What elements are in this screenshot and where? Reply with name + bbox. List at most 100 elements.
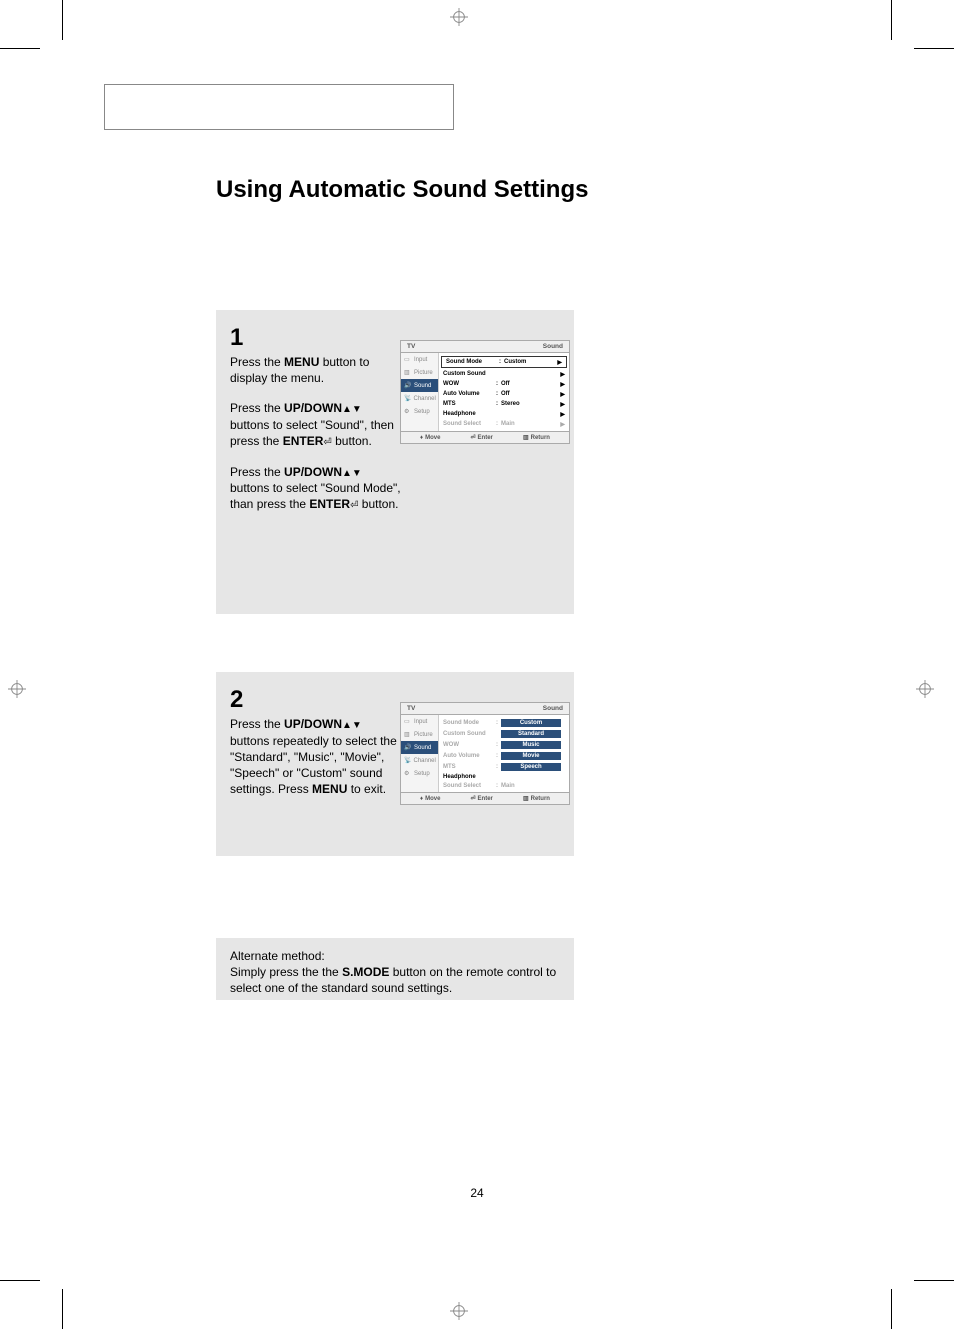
label: Sound Mode [443, 720, 493, 726]
registration-mark-left [8, 680, 26, 698]
osd-sidebar: ▭Input ▥Picture 🔊Sound 📡Channel ⚙Setup [401, 715, 439, 792]
label: Picture [414, 732, 433, 738]
value: Music [501, 741, 561, 749]
registration-mark-bottom [450, 1302, 468, 1320]
arrow-icon: ▶ [557, 371, 565, 378]
alt-text: Simply press the the S.MODE button on th… [230, 964, 560, 996]
text: button. [332, 434, 372, 448]
label: Sound Select [443, 783, 493, 789]
text: Press the [230, 717, 284, 731]
sound-icon: 🔊 [404, 382, 412, 390]
smode-label: S.MODE [342, 965, 389, 979]
arrow-icon: ▶ [557, 391, 565, 398]
crop-mark [914, 48, 954, 49]
label: Headphone [443, 411, 493, 417]
osd-footer: ♦Move ⏎Enter ▥Return [400, 793, 570, 805]
enter-label: ENTER [283, 434, 324, 448]
return-icon: ▥ [523, 795, 529, 802]
label: Custom Sound [443, 731, 493, 737]
label: Picture [414, 370, 433, 376]
colon: : [493, 401, 501, 407]
enter-icon: ⏎ [471, 434, 476, 441]
colon: : [493, 381, 501, 387]
label: WOW [443, 381, 493, 387]
colon: : [496, 359, 504, 365]
label: Channel [413, 396, 435, 402]
osd-row: Sound Mode:Custom [439, 717, 569, 728]
step-text: Press the UP/DOWN▲▼ buttons repeatedly t… [230, 716, 402, 797]
label: Input [414, 719, 427, 725]
osd-title-left: TV [407, 343, 415, 350]
osd-row: Headphone▶ [439, 409, 569, 419]
arrow-icon: ▶ [557, 401, 565, 408]
osd-title-right: Sound [543, 343, 563, 350]
label: Move [425, 435, 440, 441]
osd-side-picture: ▥Picture [401, 728, 438, 741]
osd-side-picture: ▥Picture [401, 366, 438, 379]
arrow-icon: ▶ [557, 381, 565, 388]
enter-hint: ⏎Enter [471, 434, 493, 441]
osd-title-left: TV [407, 705, 415, 712]
osd-header: TV Sound [400, 702, 570, 714]
osd-side-sound: 🔊Sound [401, 379, 438, 392]
crop-mark [0, 1280, 40, 1281]
osd-row: Custom Sound Standard [439, 728, 569, 739]
osd-row: Headphone [439, 772, 569, 781]
page-title: Using Automatic Sound Settings [216, 176, 588, 204]
colon: : [493, 742, 501, 748]
label: Auto Volume [443, 753, 493, 759]
move-hint: ♦Move [420, 795, 440, 802]
osd-row: Auto Volume:Movie [439, 750, 569, 761]
header-box [104, 84, 454, 130]
label: Setup [414, 409, 430, 415]
up-down-icon: ▲▼ [342, 720, 362, 731]
enter-hint: ⏎Enter [471, 795, 493, 802]
osd-footer: ♦Move ⏎Enter ▥Return [400, 432, 570, 444]
return-icon: ▥ [523, 434, 529, 441]
osd-side-channel: 📡Channel [401, 392, 438, 405]
picture-icon: ▥ [404, 369, 412, 377]
colon: : [493, 720, 501, 726]
return-hint: ▥Return [523, 795, 550, 802]
label: Auto Volume [443, 391, 493, 397]
osd-row: Auto Volume:Off▶ [439, 389, 569, 399]
value: Speech [501, 763, 561, 771]
input-icon: ▭ [404, 718, 412, 726]
osd-side-input: ▭Input [401, 353, 438, 366]
crop-mark [62, 0, 63, 40]
enter-icon: ⏎ [323, 437, 331, 448]
updown-label: UP/DOWN [284, 717, 342, 731]
text: to exit. [347, 782, 386, 796]
channel-icon: 📡 [404, 395, 411, 403]
label: Channel [413, 758, 435, 764]
osd-row: MTS:Stereo▶ [439, 399, 569, 409]
value: Standard [501, 730, 561, 738]
osd-row: Custom Sound ▶ [439, 369, 569, 379]
updown-label: UP/DOWN [284, 401, 342, 415]
osd-main: Sound Mode:Custom Custom Sound Standard W… [439, 715, 569, 792]
value: Off [501, 391, 557, 397]
up-down-icon: ▲▼ [342, 468, 362, 479]
return-hint: ▥Return [523, 434, 550, 441]
arrow-icon: ▶ [554, 359, 562, 366]
menu-label: MENU [284, 355, 319, 369]
label: Sound [414, 745, 431, 751]
colon: : [493, 764, 501, 770]
osd-row: Sound Select:Main [439, 781, 569, 790]
enter-icon: ⏎ [471, 795, 476, 802]
colon: : [493, 421, 501, 427]
label: Custom Sound [443, 371, 493, 377]
updown-icon: ♦ [420, 796, 423, 802]
osd-row: WOW:Music [439, 739, 569, 750]
label: Headphone [443, 774, 493, 780]
label: Input [414, 357, 427, 363]
label: Return [531, 796, 550, 802]
osd-main: Sound Mode:Custom▶ Custom Sound▶ WOW:Off… [439, 353, 569, 431]
osd-side-setup: ⚙Setup [401, 405, 438, 418]
value: Custom [504, 359, 554, 365]
value: Movie [501, 752, 561, 760]
text: button. [358, 497, 398, 511]
alt-heading: Alternate method: [230, 948, 560, 964]
menu-label: MENU [312, 782, 347, 796]
crop-mark [891, 0, 892, 40]
